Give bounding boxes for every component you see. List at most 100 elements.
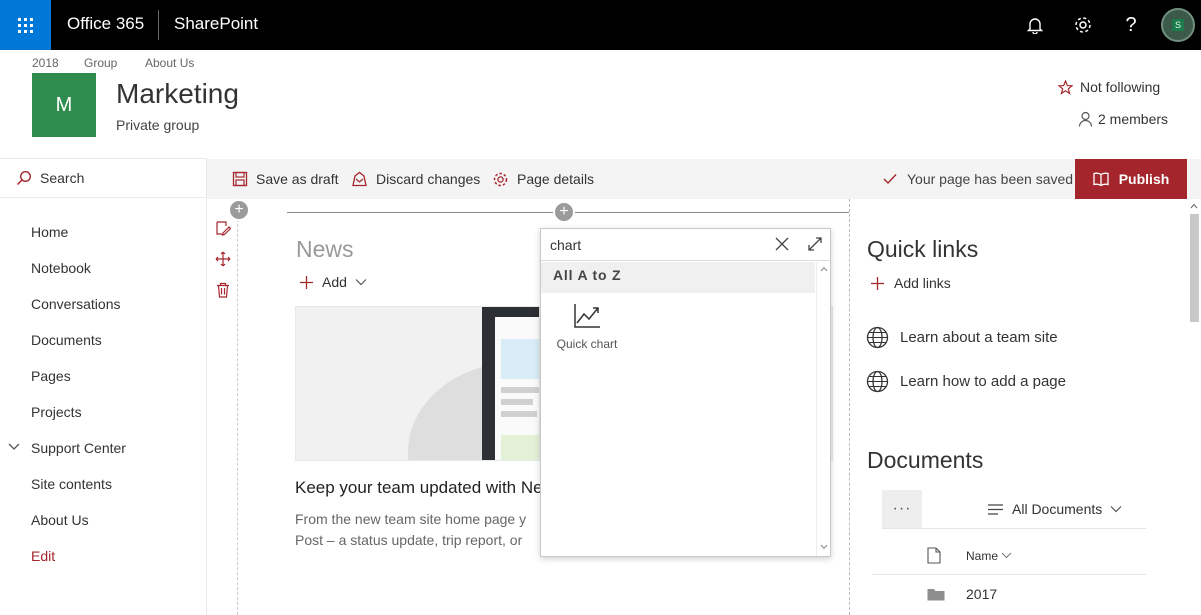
chevron-down-icon[interactable] — [1001, 552, 1012, 559]
search-label: Search — [40, 170, 85, 186]
expand-icon[interactable] — [807, 236, 823, 252]
save-as-draft-button[interactable]: Save as draft — [232, 159, 339, 199]
page-details-button[interactable]: Page details — [492, 159, 594, 199]
view-selector[interactable]: All Documents — [987, 501, 1122, 517]
scroll-up-icon[interactable] — [1190, 203, 1198, 209]
documents-divider — [882, 528, 1146, 529]
nav-item-support-center[interactable]: Support Center — [31, 440, 126, 456]
add-webpart-button[interactable]: + — [553, 201, 575, 223]
nav-item-projects[interactable]: Projects — [31, 404, 82, 420]
more-options-button[interactable]: ··· — [882, 490, 922, 528]
news-add-label: Add — [322, 274, 347, 290]
sharepoint-app-title[interactable]: SharePoint — [174, 14, 258, 34]
news-title[interactable]: News — [296, 236, 354, 263]
table-row[interactable]: 2017 — [927, 586, 997, 602]
file-type-icon[interactable] — [927, 547, 941, 564]
save-as-draft-label: Save as draft — [256, 171, 339, 187]
edit-webpart-icon[interactable] — [215, 220, 231, 236]
publish-label: Publish — [1118, 171, 1170, 187]
chevron-down-icon — [1110, 506, 1122, 513]
list-view-icon — [988, 503, 1003, 515]
nav-edit-link[interactable]: Edit — [31, 548, 55, 564]
column-divider — [849, 199, 850, 615]
globe-icon — [866, 370, 889, 393]
suite-bar: Office 365 SharePoint ? S — [0, 0, 1201, 50]
chevron-down-icon — [355, 279, 367, 286]
discard-changes-button[interactable]: Discard changes — [351, 159, 480, 199]
folder-icon — [927, 589, 945, 601]
close-icon[interactable] — [775, 237, 789, 251]
picker-category-header: All A to Z — [541, 262, 815, 293]
scroll-down-icon[interactable] — [820, 544, 828, 550]
page-scrollbar-thumb[interactable] — [1190, 214, 1199, 322]
breadcrumb-group[interactable]: Group — [84, 56, 117, 70]
gear-icon — [493, 172, 508, 186]
quick-chart-item[interactable]: Quick chart — [554, 303, 620, 351]
quick-chart-label: Quick chart — [556, 337, 618, 351]
site-header: 2018 Group About Us M Marketing Private … — [0, 50, 1201, 158]
site-title[interactable]: Marketing — [116, 78, 239, 110]
waffle-icon[interactable] — [0, 0, 51, 50]
search-box[interactable]: Search — [0, 158, 206, 198]
avatar-initial: S — [1171, 19, 1184, 31]
gear-icon[interactable] — [1071, 13, 1095, 37]
news-thumbnail[interactable] — [295, 306, 540, 461]
breadcrumb-about-us[interactable]: About Us — [145, 56, 194, 70]
publish-button[interactable]: Publish — [1075, 159, 1187, 199]
add-section-button[interactable]: + — [228, 199, 250, 221]
discard-changes-label: Discard changes — [376, 171, 481, 187]
webpart-toolbar — [208, 199, 238, 615]
move-icon[interactable] — [215, 251, 231, 267]
follow-label: Not following — [1080, 79, 1161, 95]
help-icon[interactable]: ? — [1119, 13, 1143, 37]
view-selector-label: All Documents — [1012, 501, 1103, 517]
members-label: 2 members — [1098, 111, 1169, 127]
checkmark-icon — [883, 174, 897, 185]
avatar[interactable]: S — [1161, 8, 1195, 42]
nav-item-documents[interactable]: Documents — [31, 332, 102, 348]
news-body-line-1: From the new team site home page y — [295, 511, 527, 527]
name-column-header[interactable]: Name — [966, 549, 998, 563]
site-subtitle: Private group — [116, 117, 200, 133]
person-icon — [1078, 111, 1093, 127]
nav-item-pages[interactable]: Pages — [31, 368, 71, 384]
office-365-brand[interactable]: Office 365 — [67, 14, 144, 34]
left-navigation: Search Home Notebook Conversations Docum… — [0, 158, 207, 615]
save-status-label: Your page has been saved — [907, 171, 1074, 187]
save-icon — [232, 171, 248, 187]
nav-item-about-us[interactable]: About Us — [31, 512, 89, 528]
scroll-up-icon[interactable] — [820, 266, 828, 272]
nav-item-conversations[interactable]: Conversations — [31, 296, 121, 312]
nav-item-site-contents[interactable]: Site contents — [31, 476, 112, 492]
webpart-picker: chart All A to Z Quick chart — [540, 228, 831, 557]
news-add-button[interactable]: Add — [299, 274, 367, 290]
documents-title[interactable]: Documents — [867, 447, 983, 474]
news-headline[interactable]: Keep your team updated with Ne — [295, 478, 543, 498]
picker-scrollbar[interactable] — [816, 262, 830, 556]
quick-link-team-site[interactable]: Learn about a team site — [866, 326, 1058, 349]
quick-links-title[interactable]: Quick links — [867, 236, 978, 263]
members-button[interactable]: 2 members — [1078, 111, 1168, 127]
bell-icon[interactable] — [1023, 13, 1047, 37]
book-icon — [1093, 172, 1109, 186]
discard-icon — [352, 171, 367, 187]
add-links-button[interactable]: Add links — [870, 275, 951, 291]
chevron-down-icon[interactable] — [8, 442, 20, 452]
quick-link-add-page[interactable]: Learn how to add a page — [866, 370, 1066, 393]
breadcrumb-2018[interactable]: 2018 — [32, 56, 59, 70]
follow-button[interactable]: Not following — [1058, 79, 1160, 95]
star-icon — [1058, 79, 1073, 95]
documents-header-divider — [872, 574, 1146, 575]
nav-item-notebook[interactable]: Notebook — [31, 260, 91, 276]
page-details-label: Page details — [517, 171, 595, 187]
picker-search-box[interactable]: chart — [541, 229, 830, 261]
nav-item-home[interactable]: Home — [31, 224, 68, 240]
picker-search-input[interactable]: chart — [550, 237, 581, 253]
site-logo[interactable]: M — [32, 73, 96, 137]
documents-header-row: Name — [927, 547, 1012, 564]
plus-icon — [871, 276, 884, 290]
globe-icon — [866, 326, 889, 349]
search-icon — [16, 170, 32, 186]
save-status: Your page has been saved — [883, 159, 1073, 199]
trash-icon[interactable] — [215, 282, 231, 298]
